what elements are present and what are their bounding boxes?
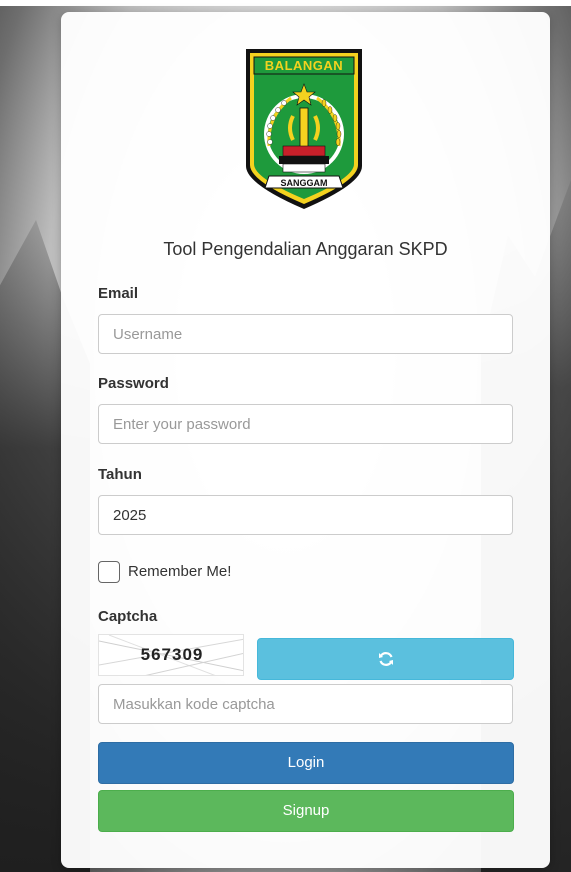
signup-button[interactable]: Signup	[98, 790, 514, 832]
login-button[interactable]: Login	[98, 742, 514, 784]
logo-ribbon-text: SANGGAM	[281, 178, 328, 188]
captcha-input[interactable]	[98, 684, 513, 724]
balangan-logo: BALANGAN SANGGAM	[243, 46, 365, 212]
password-label: Password	[98, 375, 169, 392]
top-strip	[0, 0, 571, 6]
password-field[interactable]	[98, 404, 513, 444]
email-field[interactable]	[98, 314, 513, 354]
refresh-icon	[378, 652, 393, 666]
refresh-captcha-button[interactable]	[257, 638, 514, 680]
remember-me-checkbox[interactable]	[98, 561, 120, 583]
logo-banner-text: BALANGAN	[265, 58, 343, 73]
remember-me-label: Remember Me!	[128, 563, 232, 580]
captcha-image: 567309	[98, 634, 244, 676]
login-card: BALANGAN SANGGAM Tool Pengendalian Angga…	[61, 12, 550, 868]
email-label: Email	[98, 285, 139, 302]
captcha-label: Captcha	[98, 608, 158, 625]
app-title: Tool Pengendalian Anggaran SKPD	[163, 239, 448, 259]
tahun-field[interactable]	[98, 495, 513, 535]
balangan-crest-icon: BALANGAN SANGGAM	[246, 49, 362, 209]
tahun-label: Tahun	[98, 466, 142, 483]
captcha-code: 567309	[140, 645, 204, 664]
